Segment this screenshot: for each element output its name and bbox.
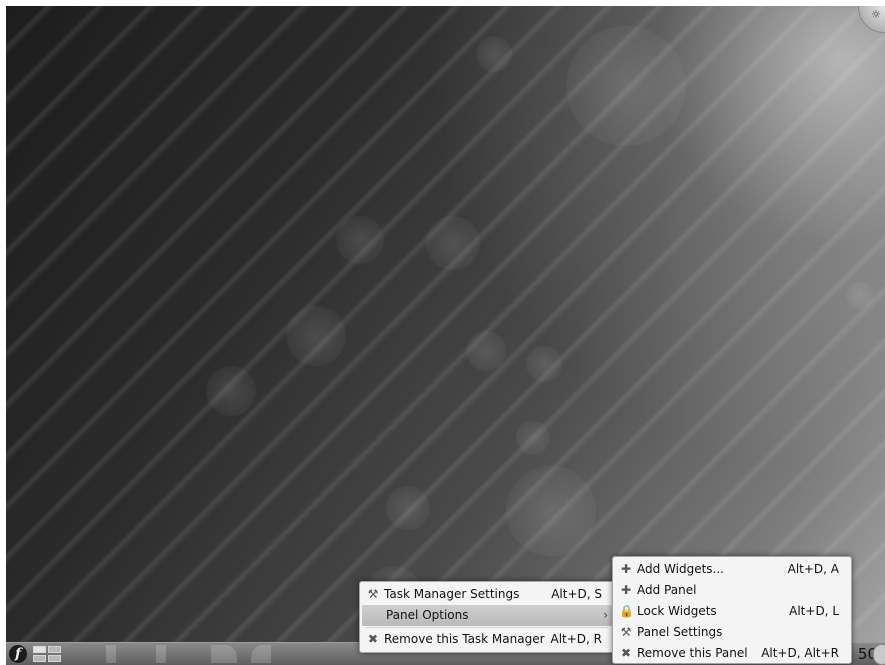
menu-item-panel-settings[interactable]: ⚒ Panel Settings: [613, 622, 851, 643]
menu-item-label: Add Panel: [637, 583, 697, 597]
pager-desktop-2[interactable]: [48, 646, 61, 653]
remove-icon: ✖: [367, 632, 379, 646]
bokeh-decoration: [526, 346, 562, 382]
taskbar-decoration: [106, 645, 116, 663]
menu-item-label: Remove this Panel: [637, 646, 748, 660]
taskbar-decoration: [251, 645, 271, 663]
taskbar-decoration: [156, 645, 166, 663]
menu-item-label: Panel Settings: [637, 625, 723, 639]
desktop-pager[interactable]: [33, 646, 61, 662]
pager-desktop-1[interactable]: [33, 646, 46, 653]
fedora-launcher-icon[interactable]: f: [9, 645, 27, 663]
submenu-arrow-icon: ›: [603, 608, 608, 622]
task-manager-context-menu: ⚒ Task Manager Settings Alt+D, S Panel O…: [359, 581, 615, 653]
pager-desktop-4[interactable]: [48, 655, 61, 662]
panel-options-submenu: ✚ Add Widgets... Alt+D, A ✚ Add Panel 🔒 …: [612, 556, 852, 664]
bokeh-decoration: [426, 216, 480, 270]
lock-icon: 🔒: [619, 604, 634, 618]
taskbar-decoration: [211, 645, 237, 663]
menu-item-label: Add Widgets...: [637, 562, 724, 576]
bokeh-decoration: [506, 466, 596, 556]
menu-item-shortcut: Alt+D, S: [551, 587, 602, 601]
menu-item-lock-widgets[interactable]: 🔒 Lock Widgets Alt+D, L: [613, 601, 851, 622]
bokeh-decoration: [286, 306, 346, 366]
bokeh-decoration: [386, 486, 430, 530]
menu-item-shortcut: Alt+D, L: [789, 604, 839, 618]
menu-item-label: Task Manager Settings: [384, 587, 520, 601]
bokeh-decoration: [516, 421, 550, 455]
bokeh-decoration: [566, 26, 686, 146]
menu-separator: [366, 627, 608, 628]
remove-icon: ✖: [620, 646, 632, 660]
pager-desktop-3[interactable]: [33, 655, 46, 662]
plasma-toolbox-icon[interactable]: ☼: [858, 6, 885, 33]
menu-item-shortcut: Alt+D, A: [787, 562, 839, 576]
add-icon: ✚: [620, 583, 632, 597]
menu-item-add-widgets[interactable]: ✚ Add Widgets... Alt+D, A: [613, 559, 851, 580]
menu-item-label: Panel Options: [386, 608, 469, 622]
menu-item-shortcut: Alt+D, R: [550, 632, 602, 646]
wrench-screwdriver-icon: ⚒: [367, 587, 379, 601]
menu-item-label: Lock Widgets: [637, 604, 717, 618]
bokeh-decoration: [336, 216, 384, 264]
menu-item-remove-task-manager[interactable]: ✖ Remove this Task Manager Alt+D, R: [360, 629, 614, 650]
wrench-screwdriver-icon: ⚒: [620, 625, 632, 639]
menu-item-task-manager-settings[interactable]: ⚒ Task Manager Settings Alt+D, S: [360, 584, 614, 605]
menu-item-panel-options[interactable]: Panel Options ›: [362, 605, 612, 626]
menu-item-add-panel[interactable]: ✚ Add Panel: [613, 580, 851, 601]
bokeh-decoration: [466, 331, 506, 371]
menu-item-label: Remove this Task Manager: [384, 632, 545, 646]
bokeh-decoration: [476, 36, 512, 72]
bokeh-decoration: [206, 366, 256, 416]
menu-item-shortcut: Alt+D, Alt+R: [761, 646, 839, 660]
panel-toolbox-icon[interactable]: [873, 644, 885, 665]
menu-item-remove-panel[interactable]: ✖ Remove this Panel Alt+D, Alt+R: [613, 643, 851, 664]
add-icon: ✚: [620, 562, 632, 576]
bokeh-decoration: [846, 281, 874, 309]
